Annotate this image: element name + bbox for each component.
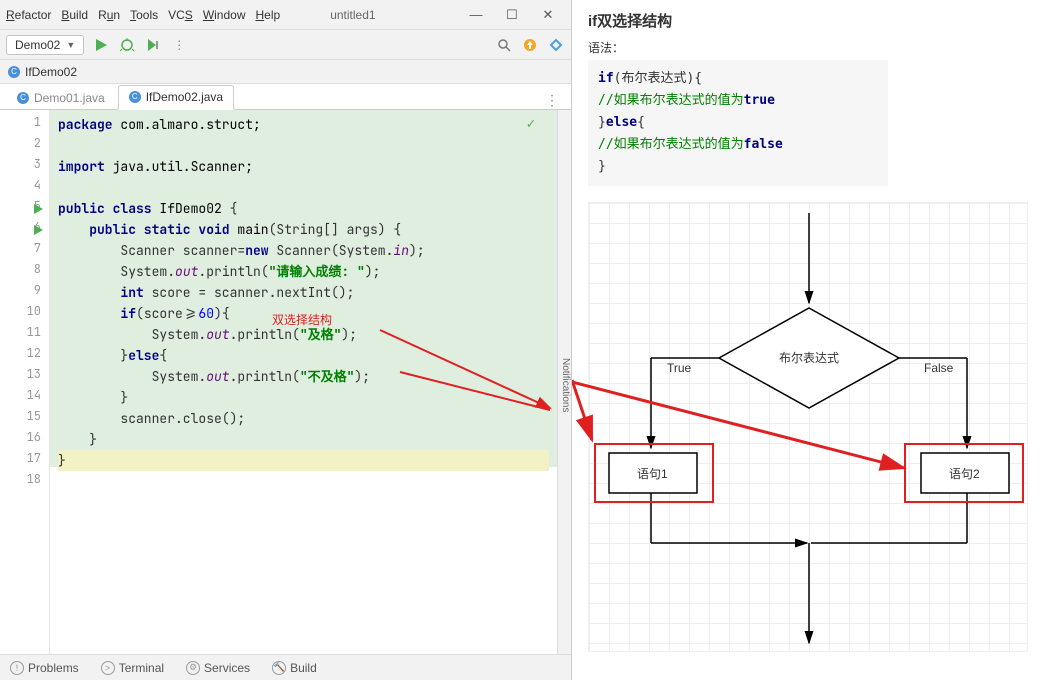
syntax-label: 语法： [588,39,1035,56]
terminal-icon: > [101,661,115,675]
line-number: 1 [0,114,49,135]
line-number: 2 [0,135,49,156]
menu-build[interactable]: Build [61,8,88,22]
code-line[interactable] [58,471,549,492]
line-number: 13 [0,366,49,387]
bottom-tool-problems[interactable]: !Problems [10,661,79,675]
code-line[interactable]: public static void main(String[] args) { [58,219,549,240]
more-icon[interactable]: ⋮ [170,36,188,54]
code-line[interactable] [58,177,549,198]
annotation-label: 双选择结构 [272,310,332,331]
class-icon: C [129,91,141,103]
line-number: 11 [0,324,49,345]
class-icon: C [17,92,29,104]
search-icon[interactable] [495,36,513,54]
tab-demo01-java[interactable]: CDemo01.java [6,86,116,109]
right-title: if双选择结构 [588,10,1035,31]
line-number: 16 [0,429,49,450]
highlight-box-2 [904,443,1024,503]
gutter-run-icon[interactable] [34,223,44,239]
code-line[interactable]: import java.util.Scanner; [58,156,549,177]
editor-area[interactable]: 123456789101112131415161718 package com.… [0,110,571,654]
false-label: False [924,361,953,375]
code-editor[interactable]: package com.almaro.struct; import java.u… [50,110,557,654]
code-line[interactable]: System.out.println("请输入成绩: "); [58,261,549,282]
chevron-down-icon: ▼ [66,40,75,50]
run-config-dropdown[interactable]: Demo02 ▼ [6,35,84,55]
coverage-icon[interactable] [144,36,162,54]
menu-run[interactable]: Run [98,8,120,22]
check-icon: ✓ [527,114,535,135]
gutter: 123456789101112131415161718 [0,110,50,654]
problems-icon: ! [10,661,24,675]
toolbar: Demo02 ▼ ⋮ [0,30,571,60]
line-number: 12 [0,345,49,366]
code-line[interactable]: scanner.close(); [58,408,549,429]
menu-vcs[interactable]: VCS [168,8,193,22]
code-line[interactable] [58,135,549,156]
bottom-toolbar: !Problems >Terminal ⚙Services 🔨Build [0,654,571,680]
jetbrains-icon[interactable] [547,36,565,54]
line-number: 3 [0,156,49,177]
line-number: 8 [0,261,49,282]
code-line[interactable]: } [58,450,549,471]
tab-ifdemo02-java[interactable]: CIfDemo02.java [118,85,234,110]
line-number: 18 [0,471,49,492]
close-button[interactable]: ✕ [531,7,565,23]
menu-tools[interactable]: Tools [130,8,158,22]
bottom-tool-terminal[interactable]: >Terminal [101,661,164,675]
code-line[interactable]: public class IfDemo02 { [58,198,549,219]
line-number: 5 [0,198,49,219]
line-number: 6 [0,219,49,240]
gutter-run-icon[interactable] [34,202,44,218]
code-line[interactable]: int score = scanner.nextInt(); [58,282,549,303]
code-line[interactable]: }else{ [58,345,549,366]
menu-window[interactable]: Window [203,8,246,22]
bottom-tool-build[interactable]: 🔨Build [272,661,317,675]
menu-refactor[interactable]: Refactor [6,8,51,22]
class-icon: C [8,66,20,78]
condition-label: 布尔表达式 [779,349,839,366]
line-number: 15 [0,408,49,429]
right-pane: if双选择结构 语法： if(布尔表达式){ //如果布尔表达式的值为true … [572,0,1051,680]
line-number: 9 [0,282,49,303]
run-icon[interactable] [92,36,110,54]
services-icon: ⚙ [186,661,200,675]
side-strip[interactable]: Notifications [557,110,571,654]
editor-tabs: CDemo01.javaCIfDemo02.java ⋮ [0,84,571,110]
breadcrumb[interactable]: C IfDemo02 [0,60,571,84]
code-line[interactable]: } [58,387,549,408]
bottom-tool-services[interactable]: ⚙Services [186,661,250,675]
highlight-box-1 [594,443,714,503]
line-number: 14 [0,387,49,408]
menu-help[interactable]: Help [256,8,281,22]
debug-icon[interactable] [118,36,136,54]
line-number: 7 [0,240,49,261]
menubar: Refactor Build Run Tools VCS Window Help untit… [0,0,571,30]
line-number: 4 [0,177,49,198]
code-line[interactable]: Scanner scanner=new Scanner(System.in); [58,240,549,261]
code-line[interactable]: } [58,429,549,450]
true-label: True [667,361,691,375]
line-number: 10 [0,303,49,324]
minimize-button[interactable]: — [459,7,493,23]
code-line[interactable]: package com.almaro.struct; [58,114,549,135]
flowchart: 布尔表达式 True False 语句1 语句2 [588,202,1028,652]
ide-window: Refactor Build Run Tools VCS Window Help untit… [0,0,572,680]
syntax-code-block: if(布尔表达式){ //如果布尔表达式的值为true }else{ //如果布… [588,60,888,186]
code-line[interactable]: System.out.println("不及格"); [58,366,549,387]
build-icon: 🔨 [272,661,286,675]
project-title: untitled1 [330,8,375,22]
upload-icon[interactable] [521,36,539,54]
tabs-more-icon[interactable]: ⋮ [539,92,565,109]
maximize-button[interactable]: ☐ [495,7,529,23]
line-number: 17 [0,450,49,471]
